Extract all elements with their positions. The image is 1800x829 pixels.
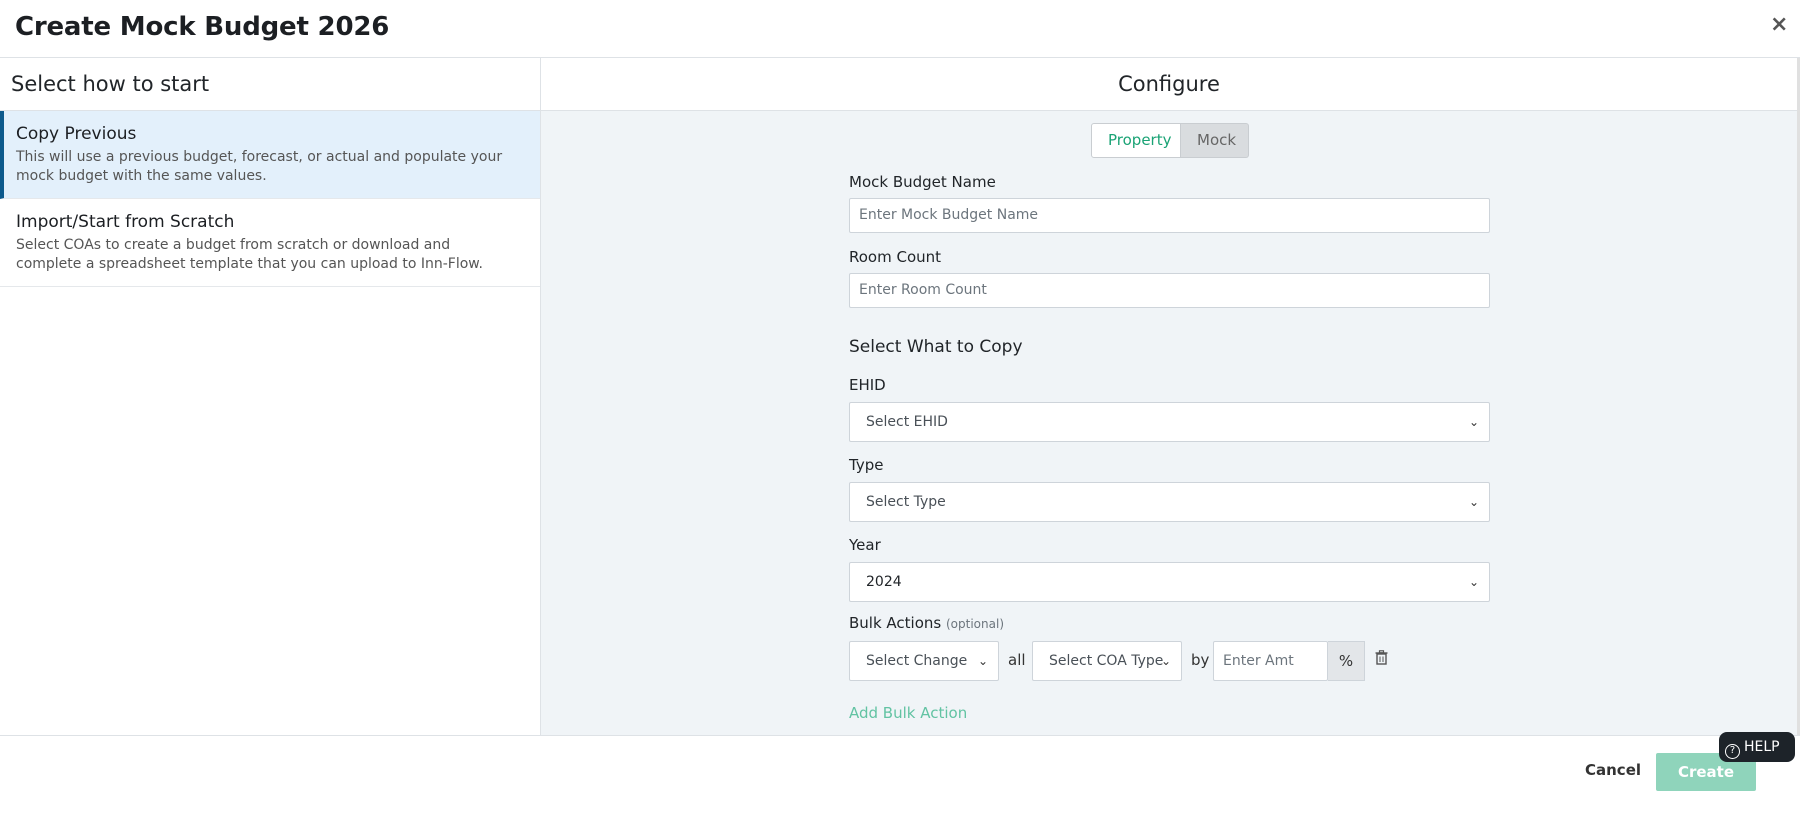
start-method-panel: Select how to start Copy Previous This w… [0,58,541,735]
create-mock-budget-modal: Create Mock Budget 2026 × Select how to … [0,0,1800,819]
chevron-down-icon: ⌄ [1468,575,1479,589]
type-select-value: Select Type [866,494,946,510]
option-import-start-scratch[interactable]: Import/Start from Scratch Select COAs to… [0,199,540,287]
ehid-select-value: Select EHID [866,414,948,430]
toggle-property[interactable]: Property [1091,123,1181,158]
add-bulk-action-link[interactable]: Add Bulk Action [849,704,967,722]
change-select[interactable]: Select Change ⌄ [849,641,999,681]
close-icon[interactable]: × [1770,12,1788,37]
room-count-input[interactable]: Enter Room Count [849,273,1490,308]
year-select[interactable]: 2024 ⌄ [849,562,1490,602]
coa-type-select[interactable]: Select COA Type ⌄ [1032,641,1182,681]
bulk-actions-label: Bulk Actions (optional) [849,614,1004,632]
type-label: Type [849,456,884,474]
by-text: by [1191,651,1210,669]
toggle-mock[interactable]: Mock [1181,123,1249,158]
modal-footer: Cancel Create Budget [0,735,1800,819]
option-description: This will use a previous budget, forecas… [16,149,503,184]
percent-addon[interactable]: % [1328,641,1365,681]
start-method-heading: Select how to start [0,58,540,111]
chevron-down-icon: ⌄ [977,654,988,668]
question-icon: ? [1725,744,1740,759]
room-count-label: Room Count [849,248,942,266]
trash-icon[interactable] [1375,650,1388,669]
copy-section-title: Select What to Copy [849,337,1023,357]
modal-title: Create Mock Budget 2026 [15,12,390,42]
option-title: Import/Start from Scratch [16,212,235,232]
configure-heading: Configure [541,58,1797,111]
bulk-actions-title: Bulk Actions [849,614,942,632]
ehid-select[interactable]: Select EHID ⌄ [849,402,1490,442]
ehid-label: EHID [849,376,886,394]
budget-name-input[interactable]: Enter Mock Budget Name [849,198,1490,233]
option-description: Select COAs to create a budget from scra… [16,237,483,272]
configure-panel: Configure Property Mock Mock Budget Name… [541,58,1800,735]
type-select[interactable]: Select Type ⌄ [849,482,1490,522]
chevron-down-icon: ⌄ [1468,415,1479,429]
property-mock-toggle: Property Mock [1091,123,1249,158]
help-button[interactable]: ? HELP [1719,732,1795,762]
chevron-down-icon: ⌄ [1160,654,1171,668]
cancel-button[interactable]: Cancel [1585,761,1641,779]
option-title: Copy Previous [16,124,137,144]
bulk-actions-optional: (optional) [946,617,1004,631]
year-select-value: 2024 [866,574,902,590]
coa-type-select-value: Select COA Type [1049,653,1164,669]
help-label: HELP [1744,739,1780,755]
chevron-down-icon: ⌄ [1468,495,1479,509]
all-text: all [1008,651,1026,669]
year-label: Year [849,536,881,554]
modal-header: Create Mock Budget 2026 × [0,0,1800,58]
change-select-value: Select Change [866,653,968,669]
amount-input[interactable]: Enter Amt [1213,641,1328,681]
option-copy-previous[interactable]: Copy Previous This will use a previous b… [0,111,540,199]
budget-name-label: Mock Budget Name [849,173,996,191]
